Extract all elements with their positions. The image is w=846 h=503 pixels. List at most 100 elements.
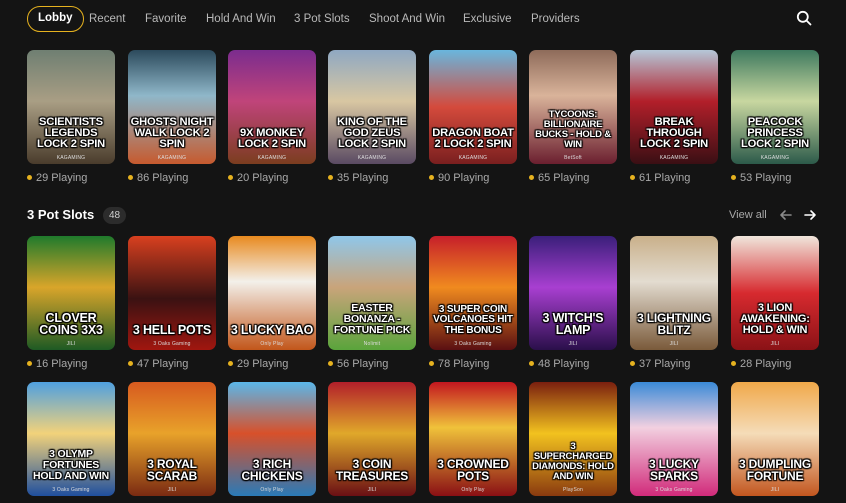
game-title: 3 Hell Pots (132, 323, 212, 337)
playing-count: 16 Playing (27, 358, 87, 370)
playing-count: 29 Playing (228, 358, 288, 370)
search-icon[interactable] (796, 10, 812, 26)
game-provider: Nolimit (363, 341, 381, 347)
game-title: Ghosts Night Walk Lock 2 Spin (130, 116, 214, 150)
arrow-right-icon[interactable] (803, 208, 817, 222)
game-provider: 3 Oaks Gaming (52, 487, 90, 493)
arrow-left-icon[interactable] (779, 208, 793, 222)
playing-count: 53 Playing (731, 172, 791, 184)
game-provider: JILI (770, 487, 780, 493)
game-provider: JILI (669, 341, 679, 347)
status-dot-icon (630, 175, 635, 180)
playing-count: 90 Playing (429, 172, 489, 184)
playing-label: 48 Playing (538, 358, 590, 370)
game-title: 3 Lightning Blitz (637, 311, 711, 337)
tab-shoot-and-win[interactable]: Shoot And Win (369, 6, 445, 32)
status-dot-icon (630, 361, 635, 366)
game-tile[interactable]: 3 Lucky Bao Only Play (228, 236, 316, 350)
game-tile[interactable]: 3 Royal Scarab JILI (128, 382, 216, 496)
game-provider: JILI (770, 341, 780, 347)
game-tile[interactable]: 9X Monkey Lock 2 Spin KAGAMING (228, 50, 316, 164)
game-title: Dragon Boat 2 Lock 2 Spin (432, 127, 514, 150)
game-tile[interactable]: Dragon Boat 2 Lock 2 Spin KAGAMING (429, 50, 517, 164)
playing-label: 29 Playing (36, 172, 88, 184)
game-tile[interactable]: 3 Dumpling Fortune JILI (731, 382, 819, 496)
game-title: 3 Royal Scarab (146, 457, 198, 483)
playing-label: 29 Playing (237, 358, 289, 370)
view-all-link[interactable]: View all (729, 209, 767, 221)
playing-count: 86 Playing (128, 172, 188, 184)
game-provider: JILI (66, 341, 76, 347)
game-tile[interactable]: Peacock Princess Lock 2 Spin KAGAMING (731, 50, 819, 164)
playing-label: 61 Playing (639, 172, 691, 184)
playing-count: 61 Playing (630, 172, 690, 184)
game-tile[interactable]: Scientists Legends Lock 2 Spin KAGAMING (27, 50, 115, 164)
status-dot-icon (128, 175, 133, 180)
game-tile[interactable]: 3 Witch's Lamp JILI (529, 236, 617, 350)
tab-hold-and-win[interactable]: Hold And Win (206, 6, 276, 32)
game-provider: KAGAMING (157, 155, 187, 161)
status-dot-icon (128, 361, 133, 366)
game-provider: JILI (568, 341, 578, 347)
playing-count: 48 Playing (529, 358, 589, 370)
game-title: Peacock Princess Lock 2 Spin (740, 116, 810, 150)
status-dot-icon (328, 361, 333, 366)
status-dot-icon (27, 175, 32, 180)
playing-count: 28 Playing (731, 358, 791, 370)
status-dot-icon (429, 361, 434, 366)
playing-label: 86 Playing (137, 172, 189, 184)
game-tile[interactable]: 3 Olymp Fortunes Hold and Win 3 Oaks Gam… (27, 382, 115, 496)
game-provider: Only Play (260, 487, 284, 493)
playing-label: 65 Playing (538, 172, 590, 184)
playing-count: 78 Playing (429, 358, 489, 370)
game-tile[interactable]: Easter Bonanza - Fortune Pick Nolimit (328, 236, 416, 350)
game-tile[interactable]: Tycoons: Billionaire Bucks - Hold & Win … (529, 50, 617, 164)
game-provider: 3 Oaks Gaming (153, 341, 191, 347)
game-provider: Only Play (260, 341, 284, 347)
game-provider: 3 Oaks Gaming (655, 487, 693, 493)
playing-label: 35 Playing (337, 172, 389, 184)
game-tile[interactable]: 3 Hell Pots 3 Oaks Gaming (128, 236, 216, 350)
tab-providers[interactable]: Providers (531, 6, 580, 32)
section-count-badge: 48 (103, 207, 127, 224)
status-dot-icon (731, 175, 736, 180)
game-title: Easter Bonanza - Fortune Pick (333, 302, 411, 336)
playing-count: 29 Playing (27, 172, 87, 184)
game-tile[interactable]: Break Through Lock 2 Spin KAGAMING (630, 50, 718, 164)
game-tile[interactable]: King of the God Zeus Lock 2 Spin KAGAMIN… (328, 50, 416, 164)
game-provider: KAGAMING (659, 155, 689, 161)
game-title: Clover Coins 3x3 (39, 311, 103, 337)
game-tile[interactable]: 3 Lucky Sparks 3 Oaks Gaming (630, 382, 718, 496)
status-dot-icon (27, 361, 32, 366)
tab-recent[interactable]: Recent (89, 6, 125, 32)
game-provider: BetSoft (564, 155, 582, 161)
playing-count: 35 Playing (328, 172, 388, 184)
game-tile[interactable]: 3 Crowned Pots Only Play (429, 382, 517, 496)
game-tile[interactable]: 3 Super Coin Volcanoes Hit the Bonus 3 O… (429, 236, 517, 350)
tab-favorite[interactable]: Favorite (145, 6, 187, 32)
game-provider: JILI (367, 487, 377, 493)
playing-label: 56 Playing (337, 358, 389, 370)
game-title: 3 Rich Chickens (241, 457, 303, 483)
top-navigation: Lobby Recent Favorite Hold And Win 3 Pot… (0, 0, 846, 38)
game-tile[interactable]: 3 Lightning Blitz JILI (630, 236, 718, 350)
game-title: 9X Monkey Lock 2 Spin (237, 127, 307, 150)
game-provider: Only Play (461, 487, 485, 493)
playing-count: 37 Playing (630, 358, 690, 370)
game-tile[interactable]: 3 Supercharged Diamonds: Hold and Win Pl… (529, 382, 617, 496)
status-dot-icon (228, 361, 233, 366)
tab-3-pot-slots[interactable]: 3 Pot Slots (294, 6, 350, 32)
tab-lobby[interactable]: Lobby (27, 6, 84, 32)
game-tile[interactable]: 3 Lion Awakening: Hold & Win JILI (731, 236, 819, 350)
playing-label: 20 Playing (237, 172, 289, 184)
game-tile[interactable]: Ghosts Night Walk Lock 2 Spin KAGAMING (128, 50, 216, 164)
game-tile[interactable]: Clover Coins 3x3 JILI (27, 236, 115, 350)
tab-exclusive[interactable]: Exclusive (463, 6, 512, 32)
game-tile[interactable]: 3 Coin Treasures JILI (328, 382, 416, 496)
game-tile[interactable]: 3 Rich Chickens Only Play (228, 382, 316, 496)
status-dot-icon (228, 175, 233, 180)
playing-count: 47 Playing (128, 358, 188, 370)
game-provider: JILI (167, 487, 177, 493)
game-title: 3 Supercharged Diamonds: Hold and Win (532, 441, 614, 482)
status-dot-icon (731, 361, 736, 366)
